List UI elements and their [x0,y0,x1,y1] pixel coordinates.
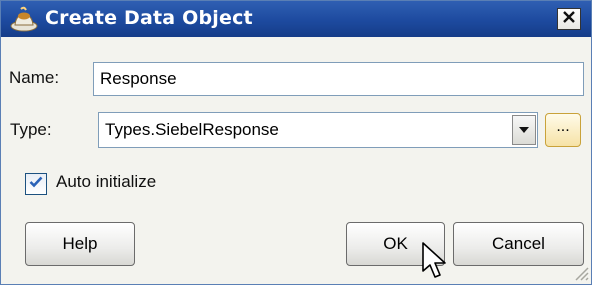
chevron-down-icon [518,121,530,139]
close-icon [562,10,576,29]
name-input[interactable]: Response [93,62,584,96]
cancel-button[interactable]: Cancel [453,222,584,266]
type-dropdown-button[interactable] [512,115,536,145]
name-label: Name: [9,68,60,87]
auto-initialize-label[interactable]: Auto initialize [56,172,156,192]
dialog-title: Create Data Object [45,7,253,29]
browse-type-button[interactable]: ... [545,113,581,147]
pointer-cursor-icon [421,241,451,283]
title-bar[interactable]: Create Data Object [1,1,591,37]
help-button[interactable]: Help [25,222,135,266]
check-icon [29,175,43,193]
create-data-object-dialog: Create Data Object Name: Response Type: … [0,0,592,285]
type-combobox[interactable]: Types.SiebelResponse [98,112,538,148]
auto-initialize-checkbox[interactable] [25,173,47,195]
close-button[interactable] [557,8,581,30]
resize-grip-icon[interactable] [571,263,589,281]
type-label: Type: [10,120,52,139]
cup-bean-icon [9,5,39,33]
